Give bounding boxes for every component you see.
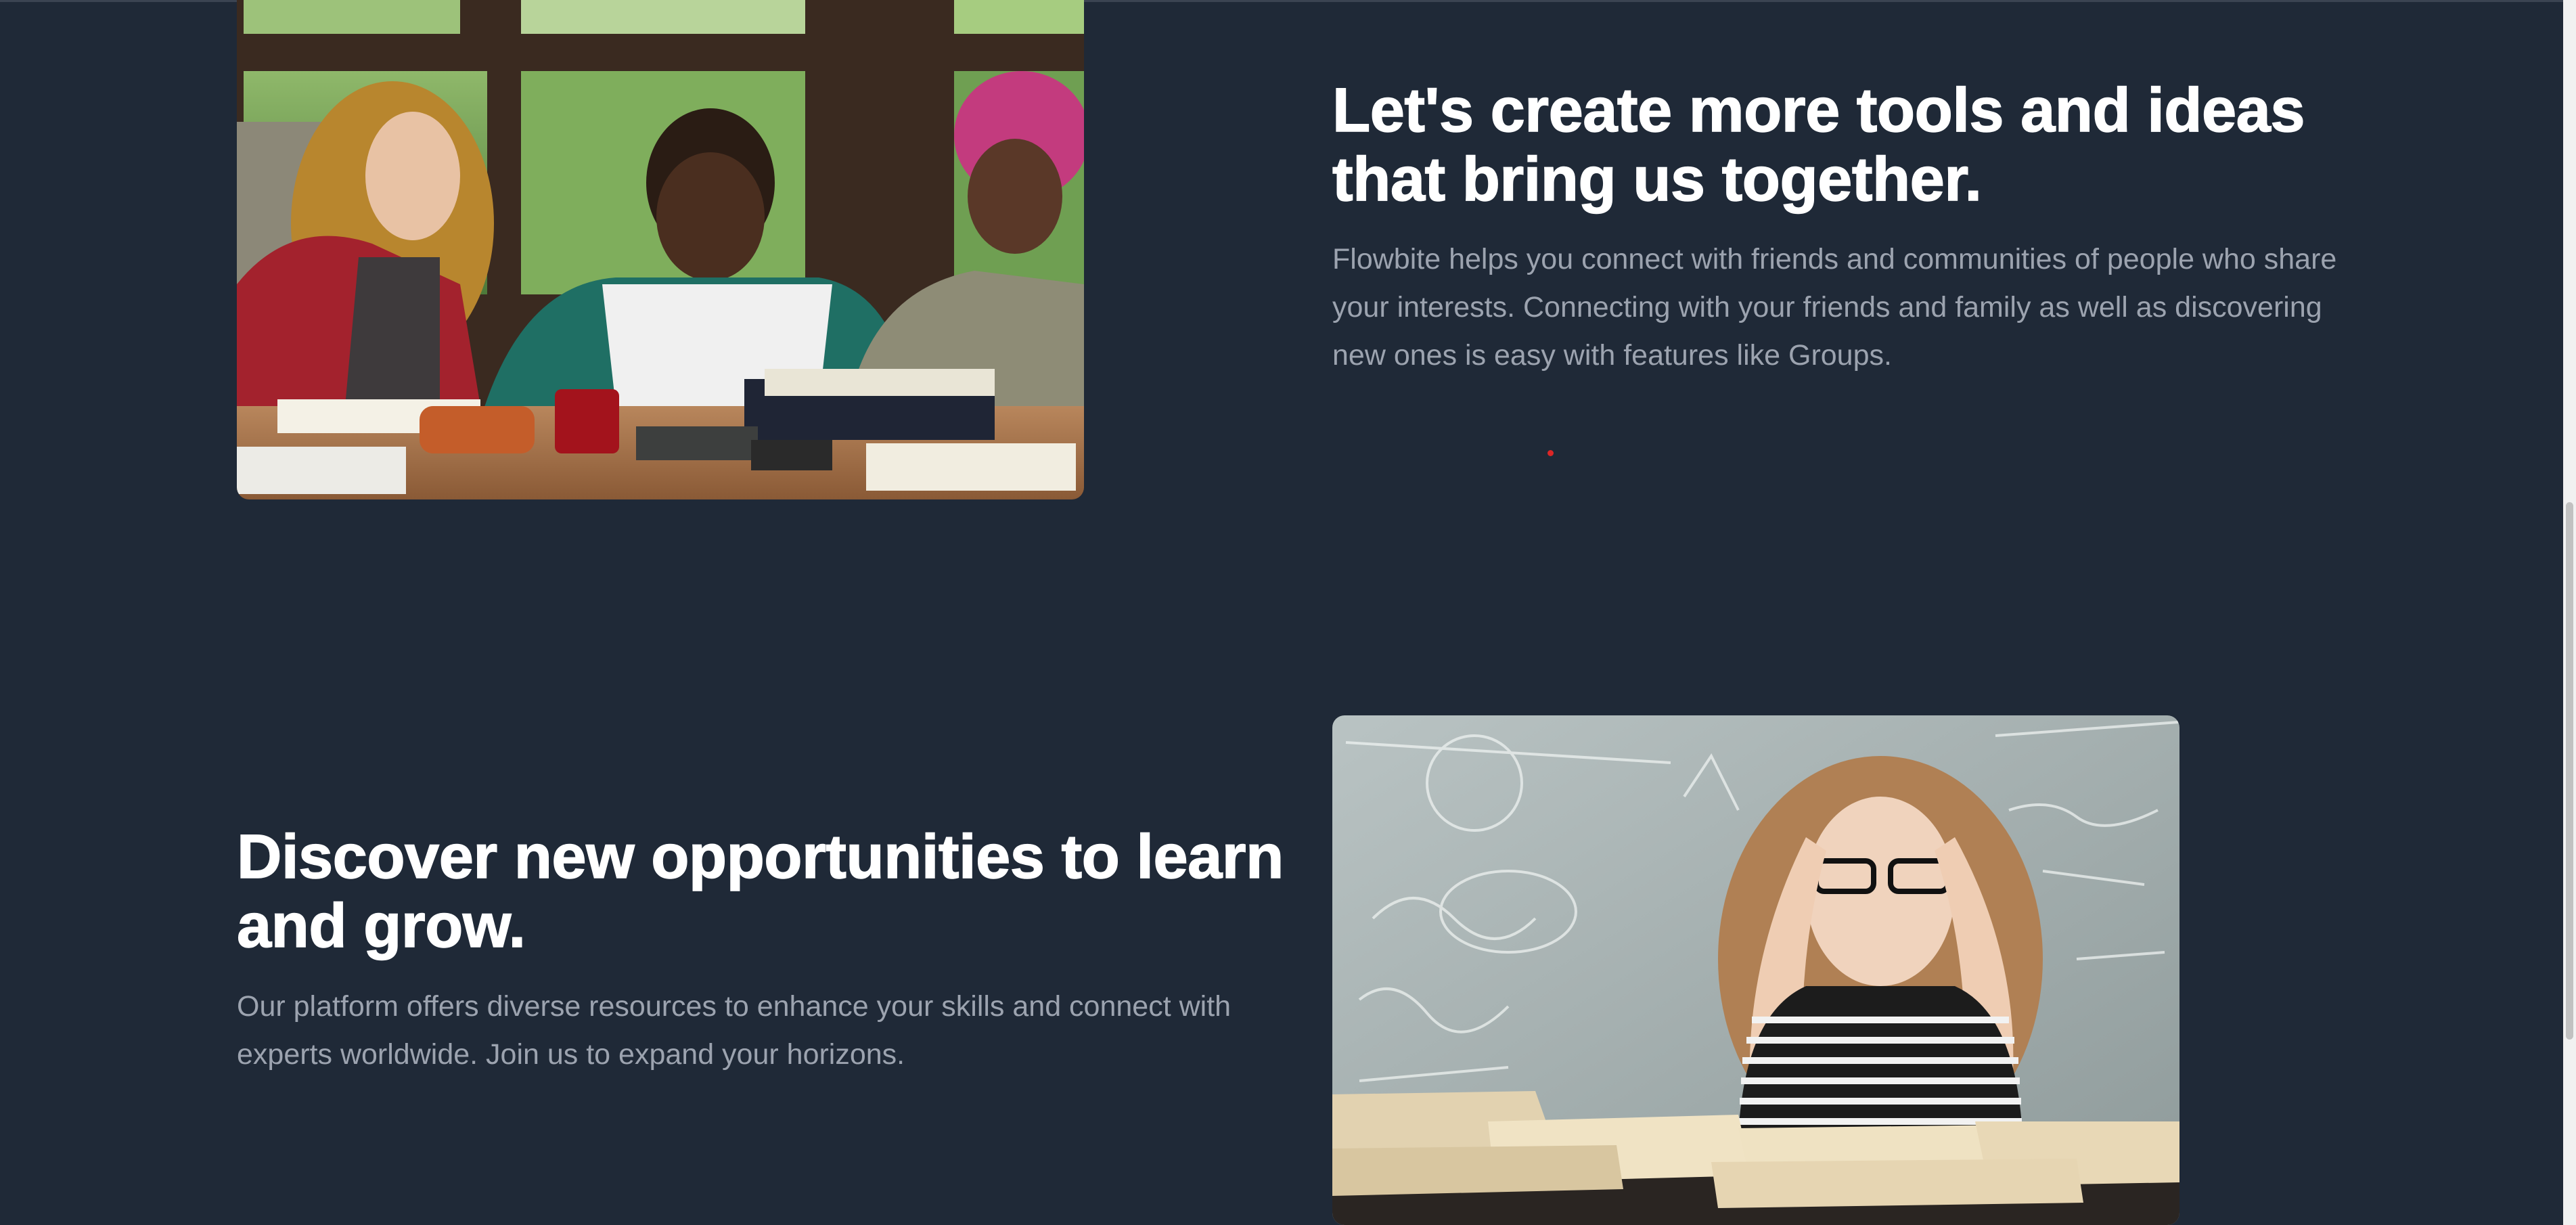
scrollbar-thumb[interactable] [2566, 502, 2573, 1040]
red-dot-marker [1547, 450, 1554, 456]
feature-title: Let's create more tools and ideas that b… [1332, 75, 2305, 215]
students-studying-image [237, 0, 1084, 499]
feature-title: Discover new opportunities to learn and … [236, 822, 1284, 961]
feature-description: Flowbite helps you connect with friends … [1332, 243, 2337, 372]
stressed-student-image [1332, 715, 2179, 1225]
feature-description: Our platform offers diverse resources to… [237, 990, 1231, 1071]
